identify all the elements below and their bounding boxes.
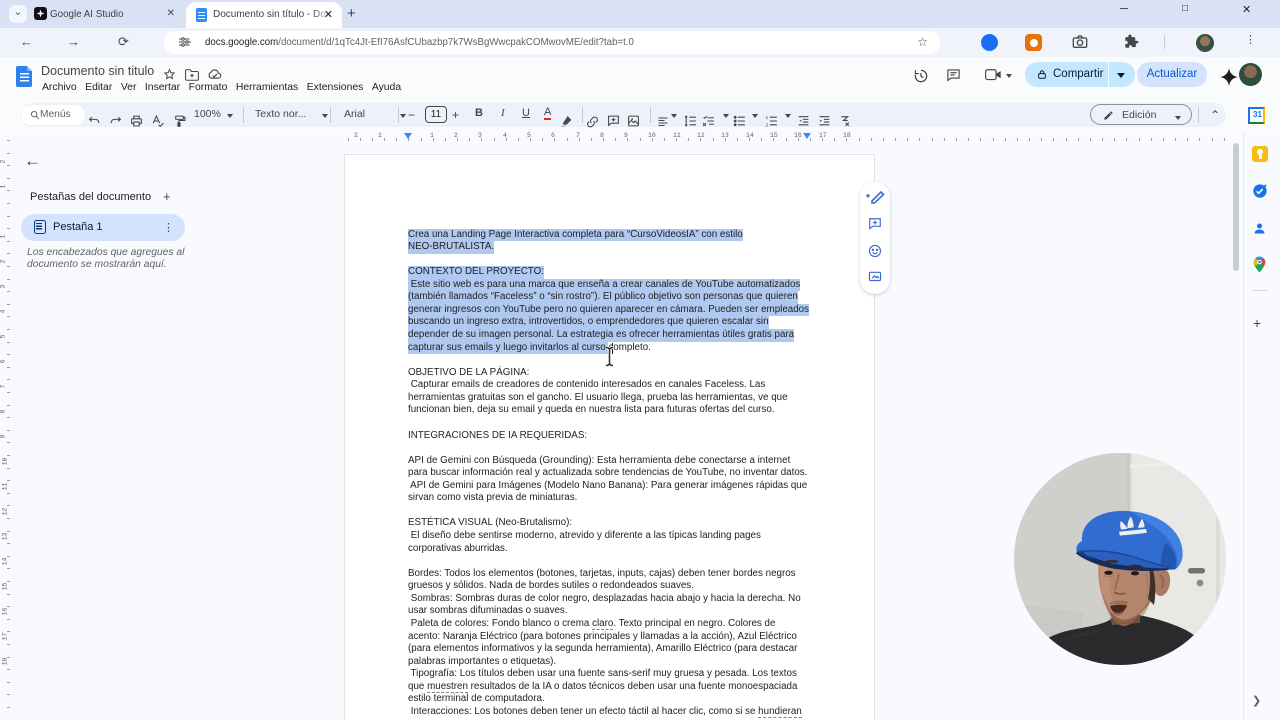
- svg-text:2: 2: [766, 122, 769, 128]
- svg-text:1: 1: [766, 115, 769, 121]
